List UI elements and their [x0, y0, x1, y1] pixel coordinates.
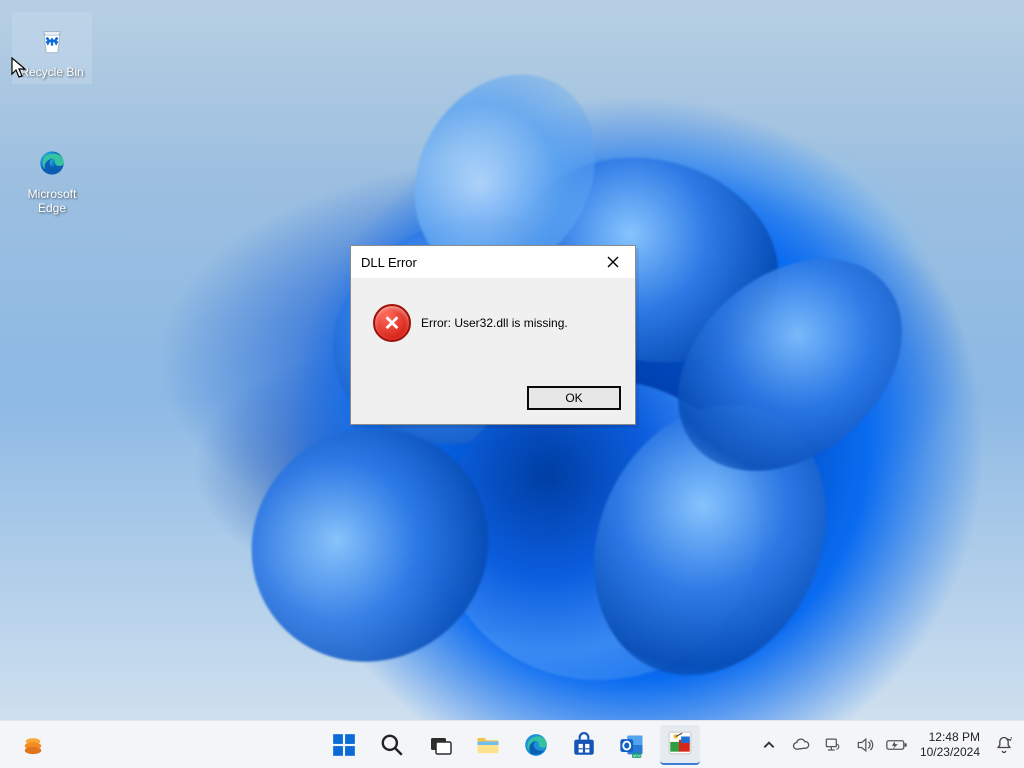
battery-icon	[886, 735, 908, 755]
close-icon	[607, 256, 619, 268]
volume-icon	[855, 735, 875, 755]
desktop-icon-label: Recycle Bin	[20, 66, 83, 80]
running-app-icon	[667, 730, 693, 756]
tray-overflow-button[interactable]	[758, 734, 780, 756]
error-icon	[373, 304, 411, 342]
taskbar[interactable]: NEW 12:48 PM 10/23/2024 z	[0, 720, 1024, 768]
desktop[interactable]: Recycle Bin Microsoft Edge DLL Error	[0, 0, 1024, 720]
onedrive-tray-icon[interactable]	[790, 734, 812, 756]
outlook-button[interactable]: NEW	[612, 725, 652, 765]
bell-icon: z	[994, 735, 1014, 755]
task-view-button[interactable]	[420, 725, 460, 765]
cloud-icon	[791, 735, 811, 755]
network-icon	[823, 735, 843, 755]
close-button[interactable]	[599, 252, 627, 272]
search-button[interactable]	[372, 725, 412, 765]
desktop-icon-label: Microsoft Edge	[28, 188, 77, 216]
windows-logo-icon	[331, 732, 357, 758]
folder-icon	[474, 731, 502, 759]
file-explorer-button[interactable]	[468, 725, 508, 765]
edge-icon	[523, 732, 549, 758]
running-app-button[interactable]	[660, 725, 700, 765]
svg-text:z: z	[1010, 736, 1013, 742]
error-dialog[interactable]: DLL Error Error: User32.dll is missing. …	[350, 245, 636, 425]
battery-tray-icon[interactable]	[886, 734, 908, 756]
volume-tray-icon[interactable]	[854, 734, 876, 756]
dialog-message: Error: User32.dll is missing.	[421, 316, 568, 330]
desktop-icon-recycle-bin[interactable]: Recycle Bin	[12, 12, 92, 84]
task-view-icon	[428, 733, 452, 757]
clock-time: 12:48 PM	[920, 730, 980, 744]
outlook-icon: NEW	[618, 731, 646, 759]
svg-text:NEW: NEW	[633, 753, 642, 757]
start-button[interactable]	[324, 725, 364, 765]
chevron-up-icon	[762, 738, 776, 752]
store-button[interactable]	[564, 725, 604, 765]
dialog-titlebar[interactable]: DLL Error	[351, 246, 635, 278]
desktop-icon-edge[interactable]: Microsoft Edge	[12, 140, 92, 216]
clock-date: 10/23/2024	[920, 745, 980, 759]
dialog-title: DLL Error	[361, 255, 417, 270]
edge-icon	[29, 140, 75, 186]
taskbar-clock[interactable]: 12:48 PM 10/23/2024	[918, 730, 982, 759]
search-icon	[379, 732, 405, 758]
ok-button[interactable]: OK	[527, 386, 621, 410]
store-icon	[571, 732, 597, 758]
network-tray-icon[interactable]	[822, 734, 844, 756]
edge-taskbar-button[interactable]	[516, 725, 556, 765]
notifications-button[interactable]: z	[992, 733, 1016, 757]
recycle-bin-icon	[29, 18, 75, 64]
taskbar-left-app-icon[interactable]	[22, 734, 44, 756]
